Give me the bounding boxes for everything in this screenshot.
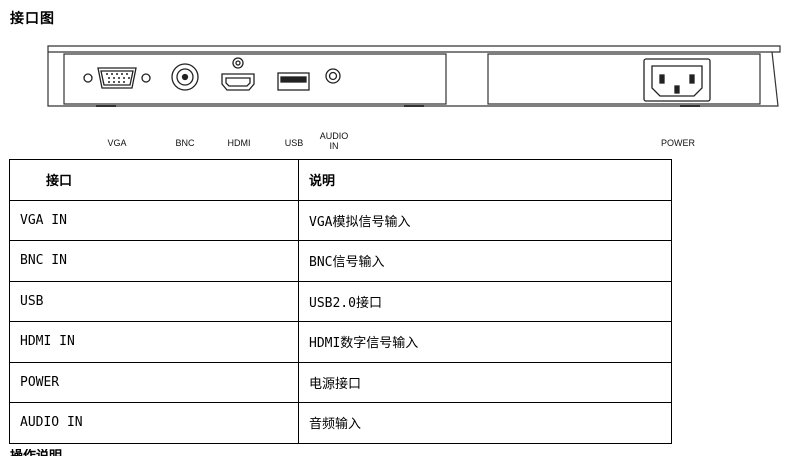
usb-label: USB bbox=[284, 138, 304, 148]
audio-port-icon bbox=[325, 68, 341, 84]
description-cell: BNC信号输入 bbox=[298, 240, 672, 282]
table-row: HDMI IN HDMI数字信号输入 bbox=[9, 321, 672, 363]
usb-port-icon bbox=[277, 72, 310, 91]
header-description: 说明 bbox=[298, 159, 672, 201]
bnc-port-icon bbox=[171, 63, 199, 91]
page-title: 接口图 bbox=[10, 11, 55, 27]
description-cell: 音频输入 bbox=[298, 402, 672, 444]
next-section-heading: 操作说明 bbox=[10, 449, 62, 456]
table-row: USB USB2.0接口 bbox=[9, 280, 672, 322]
interface-cell: VGA IN bbox=[9, 199, 299, 241]
table-row: POWER 电源接口 bbox=[9, 361, 672, 403]
interface-cell: BNC IN bbox=[9, 240, 299, 282]
table-row: VGA IN VGA模拟信号输入 bbox=[9, 199, 672, 241]
description-cell: 电源接口 bbox=[298, 361, 672, 403]
table-header-row: 接口 说明 bbox=[9, 159, 672, 201]
interface-cell: POWER bbox=[9, 361, 299, 403]
interface-cell: AUDIO IN bbox=[9, 402, 299, 444]
interface-cell: USB bbox=[9, 280, 299, 322]
panel-housing bbox=[47, 45, 781, 107]
power-label: POWER bbox=[660, 138, 695, 148]
hdmi-label: HDMI bbox=[227, 138, 251, 148]
rear-panel-diagram bbox=[47, 45, 781, 107]
power-port-icon bbox=[643, 58, 711, 102]
table-row: BNC IN BNC信号输入 bbox=[9, 240, 672, 282]
header-interface: 接口 bbox=[9, 159, 299, 201]
hdmi-port-icon bbox=[221, 57, 255, 91]
interface-table: 接口 说明 VGA IN VGA模拟信号输入 BNC IN BNC信号输入 US… bbox=[9, 159, 672, 444]
table-row: AUDIO IN 音频输入 bbox=[9, 402, 672, 444]
vga-label: VGA bbox=[107, 138, 127, 148]
audio-in-label: AUDIO IN bbox=[319, 131, 349, 151]
bnc-label: BNC bbox=[175, 138, 195, 148]
description-cell: HDMI数字信号输入 bbox=[298, 321, 672, 363]
vga-port-icon bbox=[83, 67, 151, 89]
description-cell: VGA模拟信号输入 bbox=[298, 199, 672, 241]
description-cell: USB2.0接口 bbox=[298, 280, 672, 322]
interface-cell: HDMI IN bbox=[9, 321, 299, 363]
